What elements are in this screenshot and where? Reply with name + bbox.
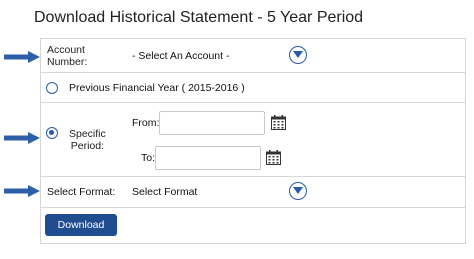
pointer-arrow-icon [4,132,40,144]
account-dropdown-button[interactable] [289,46,307,64]
from-label: From: [132,117,160,129]
specific-period-label: Specific Period: [69,128,106,152]
from-date-input[interactable] [159,111,265,135]
to-date-input[interactable] [155,146,261,170]
pointer-arrow-icon [4,185,40,197]
select-format-label: Select Format: [47,186,116,198]
specific-period-radio[interactable] [46,127,58,139]
previous-year-label: Previous Financial Year ( 2015-2016 ) [69,82,245,94]
pointer-arrow-icon [4,51,40,63]
calendar-icon[interactable] [271,115,286,130]
account-number-label: Account Number: [47,44,88,68]
page-title: Download Historical Statement - 5 Year P… [34,9,364,26]
to-label: To: [141,152,156,164]
account-select[interactable]: - Select An Account - [132,50,229,62]
calendar-icon[interactable] [266,150,281,165]
previous-year-radio[interactable] [46,82,58,94]
row-divider [40,176,466,177]
row-divider [40,207,466,208]
chevron-down-icon [293,187,303,194]
row-divider [40,102,466,103]
chevron-down-icon [293,51,303,58]
format-select[interactable]: Select Format [132,186,197,198]
format-dropdown-button[interactable] [289,182,307,200]
row-divider [40,72,466,73]
download-button[interactable]: Download [45,214,117,236]
